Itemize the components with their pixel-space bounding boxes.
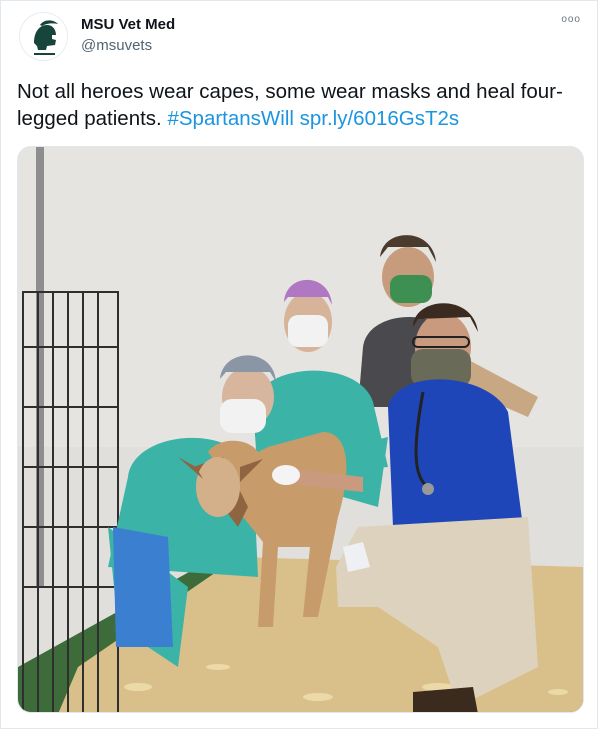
tweet-photo[interactable] [17,146,584,713]
photo-illustration [18,147,583,712]
author-handle[interactable]: @msuvets [81,37,152,54]
tweet-url-link[interactable]: spr.ly/6016GsT2s [300,107,460,130]
author-display-name[interactable]: MSU Vet Med [81,16,175,33]
spartan-helmet-icon [20,13,67,60]
tweet-card: MSU Vet Med @msuvets ooo Not all heroes … [0,0,598,729]
hashtag-link[interactable]: #SpartansWill [167,107,293,130]
more-options-icon[interactable]: ooo [561,15,581,25]
author-avatar[interactable] [19,12,68,61]
tweet-text: Not all heroes wear capes, some wear mas… [17,78,577,132]
